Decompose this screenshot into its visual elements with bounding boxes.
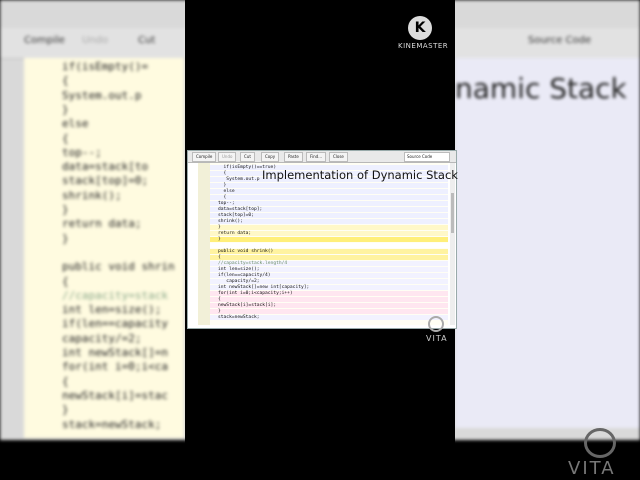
editor-toolbar: Compile Undo Cut Copy Paste Find... Clos… xyxy=(188,151,456,163)
code-line-text: //capacity=stack.length/4 xyxy=(218,261,288,266)
code-area[interactable]: if(isEmpty()==true) { System.out.p } els… xyxy=(198,163,448,325)
background-code-line: { xyxy=(62,374,69,388)
background-code-line: { xyxy=(62,74,69,88)
code-line: top--; xyxy=(210,201,448,206)
background-code-line: capacity/=2; xyxy=(62,331,142,345)
code-line-text: } xyxy=(218,309,221,314)
background-right-area xyxy=(455,58,640,428)
background-source-select-label: Source Code xyxy=(528,35,592,46)
code-line: else xyxy=(210,189,448,194)
code-line: shrink(); xyxy=(210,219,448,224)
background-cut-label: Cut xyxy=(138,35,156,46)
scrollbar-thumb[interactable] xyxy=(451,193,454,233)
background-code-line: stack=newStack; xyxy=(62,417,162,431)
code-line-text: capacity/=2; xyxy=(218,279,260,284)
background-code-line: stack[top]=0; xyxy=(62,174,149,188)
compile-button[interactable]: Compile xyxy=(192,152,217,162)
code-line: for(int i=0;i<capacity;i++) xyxy=(210,291,448,296)
code-line: stack[top]=0; xyxy=(210,213,448,218)
code-line xyxy=(210,243,448,248)
code-line-text: top--; xyxy=(218,201,235,206)
code-line: stack=newStack; xyxy=(210,315,448,320)
undo-button[interactable]: Undo xyxy=(218,152,237,162)
code-line-text: int newStack[]=new int[capacity]; xyxy=(218,285,310,290)
code-line: int len=size(); xyxy=(210,267,448,272)
paste-button[interactable]: Paste xyxy=(284,152,303,162)
background-code-area xyxy=(24,58,184,438)
close-button[interactable]: Close xyxy=(329,152,348,162)
background-code-line: //capacity=stack xyxy=(62,288,168,302)
code-line: } xyxy=(210,309,448,314)
code-line: } xyxy=(210,225,448,230)
background-code-line: { xyxy=(62,131,69,145)
code-line: { xyxy=(210,195,448,200)
background-code-line: newStack[i]=stac xyxy=(62,388,168,402)
vertical-scrollbar[interactable] xyxy=(450,163,455,325)
background-code-line: shrink(); xyxy=(62,188,122,202)
background-code-line: if(isEmpty()= xyxy=(62,60,149,73)
line-gutter xyxy=(198,163,210,325)
code-line: } xyxy=(210,237,448,242)
code-line-text: } xyxy=(218,237,221,242)
code-line: { xyxy=(210,297,448,302)
video-title-overlay: Implementation of Dynamic Stack xyxy=(262,168,458,182)
code-line-text: newStack[i]=stack[i]; xyxy=(218,303,277,308)
code-line: { xyxy=(210,255,448,260)
vita-big-logo-icon xyxy=(584,428,616,458)
cut-button[interactable]: Cut xyxy=(240,152,255,162)
code-line-text: return data; xyxy=(218,231,252,236)
code-line-text: int len=size(); xyxy=(218,267,260,272)
background-code-line: int newStack[]=n xyxy=(62,346,168,359)
vita-big-watermark: VITA xyxy=(568,458,616,479)
code-line-text: { xyxy=(218,297,221,302)
code-line-text: { xyxy=(218,255,221,260)
code-line: return data; xyxy=(210,231,448,236)
code-line-text: System.out.p xyxy=(218,177,260,182)
background-code-line: top--; xyxy=(62,145,102,159)
code-line: //capacity=stack.length/4 xyxy=(210,261,448,266)
copy-button[interactable]: Copy xyxy=(261,152,280,162)
code-line-text: for(int i=0;i<capacity;i++) xyxy=(218,291,293,296)
code-line: newStack[i]=stack[i]; xyxy=(210,303,448,308)
kinemaster-logo-icon: K xyxy=(408,16,432,40)
background-compile-label: Compile xyxy=(24,35,65,46)
background-code-line: else xyxy=(62,117,89,131)
view-select[interactable]: Source Code xyxy=(404,152,450,162)
background-undo-label: Undo xyxy=(82,35,109,46)
code-line-text: { xyxy=(218,195,227,200)
vita-small-watermark: VITA xyxy=(426,334,448,343)
code-line: if(len==capacity/4) xyxy=(210,273,448,278)
background-code-line: int len=size(); xyxy=(62,303,162,317)
background-code-line: { xyxy=(62,274,69,288)
background-title: namic Stack xyxy=(455,72,627,105)
vita-small-logo-icon xyxy=(428,316,444,332)
code-line-text: data=stack[top]; xyxy=(218,207,263,212)
background-code-line: System.out.p xyxy=(62,88,142,102)
kinemaster-watermark: KINEMASTER xyxy=(398,42,449,50)
code-line-text: shrink(); xyxy=(218,219,243,224)
background-code-line: data=stack[to xyxy=(62,160,149,174)
background-code-line: } xyxy=(62,403,69,417)
background-code-line: return data; xyxy=(62,217,142,231)
code-line: capacity/=2; xyxy=(210,279,448,284)
background-code-line: public void shrin xyxy=(62,260,175,274)
code-line-text: stack=newStack; xyxy=(218,315,260,320)
code-line: public void shrink() xyxy=(210,249,448,254)
find-button[interactable]: Find... xyxy=(306,152,327,162)
code-line-text: public void shrink() xyxy=(218,249,274,254)
code-line-text: } xyxy=(218,225,221,230)
background-code-line: } xyxy=(62,203,69,216)
code-line-text: } xyxy=(218,183,227,188)
background-code-line: if(len==capacity xyxy=(62,317,168,331)
code-line: } xyxy=(210,183,448,188)
background-code-line: } xyxy=(62,231,69,245)
code-line: data=stack[top]; xyxy=(210,207,448,212)
background-code-line: for(int i=0;i<ca xyxy=(62,360,168,374)
code-line: int newStack[]=new int[capacity]; xyxy=(210,285,448,290)
code-line-text: if(len==capacity/4) xyxy=(218,273,271,278)
code-line-text: else xyxy=(218,189,235,194)
code-line-text: { xyxy=(218,171,227,176)
code-line-text: stack[top]=0; xyxy=(218,213,254,218)
background-code-line: } xyxy=(62,102,69,116)
